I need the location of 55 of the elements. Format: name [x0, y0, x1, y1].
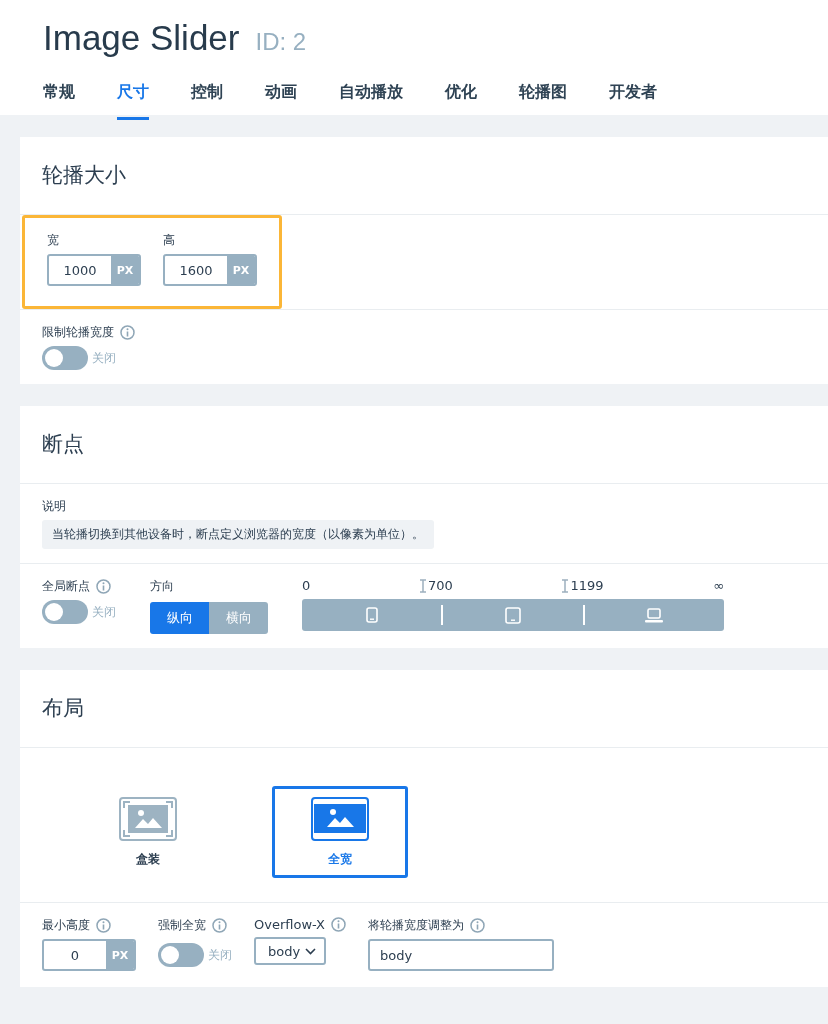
info-icon[interactable]: [212, 918, 227, 933]
toggle-switch[interactable]: [42, 346, 88, 370]
field-label: Overflow-X: [254, 917, 325, 932]
boxed-image-icon: [119, 796, 177, 841]
tab[interactable]: 自动播放: [339, 72, 403, 120]
tab[interactable]: 控制: [191, 72, 223, 120]
layout-option[interactable]: 全宽: [272, 786, 408, 878]
field-label: 宽: [47, 232, 60, 249]
section-title: 断点: [20, 406, 828, 484]
page-title: Image Slider: [43, 18, 240, 58]
toggle-switch[interactable]: [42, 600, 88, 624]
id-label: ID: 2: [255, 28, 307, 56]
tab[interactable]: 轮播图: [519, 72, 567, 120]
info-icon[interactable]: [96, 918, 111, 933]
field-label: 强制全宽: [158, 917, 206, 934]
info-icon[interactable]: [470, 918, 485, 933]
phone-icon: [365, 607, 378, 623]
breakpoint-value: ∞: [713, 578, 724, 593]
tab[interactable]: 优化: [445, 72, 477, 120]
tab[interactable]: 开发者: [609, 72, 657, 120]
field-label: 高: [163, 232, 176, 249]
laptop-icon: [645, 607, 664, 623]
breakpoint-value: 0: [302, 578, 311, 593]
number-field[interactable]: 1600 PX: [163, 254, 257, 286]
info-icon[interactable]: [96, 579, 111, 594]
info-icon[interactable]: [120, 325, 135, 340]
toggle-state: 关闭: [92, 349, 116, 367]
field-label: 将轮播宽度调整为: [368, 917, 464, 934]
toggle-state: 关闭: [92, 603, 116, 621]
breakpoint-value: 1199: [570, 578, 604, 593]
field-label: 说明: [42, 498, 67, 515]
section-title: 布局: [20, 670, 828, 748]
description-note: 当轮播切换到其他设备时，断点定义浏览器的宽度（以像素为单位）。: [42, 520, 434, 549]
tab[interactable]: 尺寸: [117, 72, 149, 120]
full-width-image-icon: [311, 796, 369, 841]
info-icon[interactable]: [331, 917, 346, 932]
breakpoint-value: 700: [427, 578, 453, 593]
handle-icon[interactable]: [419, 578, 426, 593]
segment-button[interactable]: 纵向: [150, 602, 209, 634]
field-label: 最小高度: [42, 917, 90, 934]
field-label: 限制轮播宽度: [42, 324, 114, 341]
number-field[interactable]: 1000 PX: [47, 254, 141, 286]
overflow-dropdown[interactable]: body: [254, 937, 326, 965]
field-label: 全局断点: [42, 578, 90, 595]
tab[interactable]: 动画: [265, 72, 297, 120]
number-field[interactable]: 0 PX: [42, 939, 136, 971]
text-field[interactable]: body: [368, 939, 554, 971]
tab[interactable]: 常规: [43, 72, 75, 120]
handle-icon[interactable]: [562, 578, 569, 593]
field-label: 方向: [150, 578, 175, 595]
toggle-state: 关闭: [208, 946, 232, 964]
toggle-switch[interactable]: [158, 943, 204, 967]
section-title: 轮播大小: [20, 137, 828, 215]
chevron-down-icon: [305, 947, 316, 955]
tablet-icon: [505, 606, 521, 624]
